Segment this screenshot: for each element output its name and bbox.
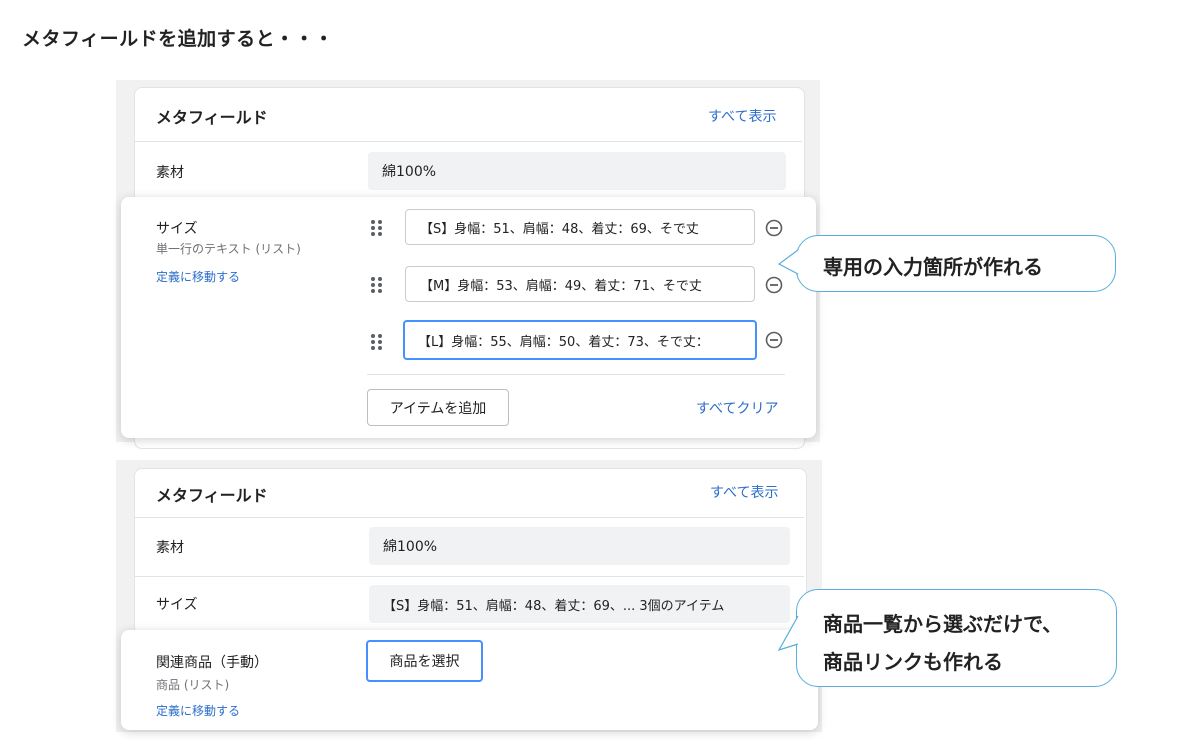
show-all-link[interactable]: すべて表示 <box>708 106 776 126</box>
material-label: 素材 <box>156 165 184 181</box>
remove-item-icon[interactable] <box>765 219 783 237</box>
material-label: 素材 <box>156 540 184 556</box>
size-label: サイズ <box>156 221 198 237</box>
divider <box>367 374 785 375</box>
size-item-input[interactable]: 【L】身幅：55、肩幅：50、着丈：73、そで丈： <box>403 320 757 360</box>
divider <box>135 517 804 518</box>
callout-tail <box>777 249 799 275</box>
divider <box>135 576 804 577</box>
related-type-label: 商品 (リスト) <box>156 678 230 692</box>
define-link[interactable]: 定義に移動する <box>156 702 240 719</box>
size-item-input[interactable]: 【M】身幅：53、肩幅：49、着丈：71、そで丈 <box>405 266 755 302</box>
material-value-field[interactable]: 綿100% <box>368 152 786 190</box>
divider <box>135 141 802 142</box>
drag-handle-icon[interactable] <box>370 276 384 294</box>
drag-handle-icon[interactable] <box>370 333 384 351</box>
callout-text: 専用の入力箇所が作れる <box>823 255 1043 279</box>
card-title: メタフィールド <box>156 486 268 505</box>
select-product-button[interactable]: 商品を選択 <box>366 640 483 682</box>
remove-item-icon[interactable] <box>765 331 783 349</box>
drag-handle-icon[interactable] <box>370 219 384 237</box>
size-label: サイズ <box>156 597 198 613</box>
size-item-input[interactable]: 【S】身幅：51、肩幅：48、着丈：69、そで丈 <box>405 209 755 245</box>
callout-text: 商品リンクも作れる <box>823 650 1003 674</box>
material-value-field[interactable]: 綿100% <box>369 527 790 565</box>
remove-item-icon[interactable] <box>765 276 783 294</box>
add-item-button[interactable]: アイテムを追加 <box>367 389 509 426</box>
clear-all-link[interactable]: すべてクリア <box>696 398 778 418</box>
related-products-label: 関連商品（手動） <box>156 655 268 671</box>
define-link[interactable]: 定義に移動する <box>156 268 240 285</box>
callout-text: 商品一覧から選ぶだけで、 <box>823 612 1063 636</box>
size-type-label: 単一行のテキスト (リスト) <box>156 242 301 256</box>
show-all-link[interactable]: すべて表示 <box>710 482 778 502</box>
size-value-field[interactable]: 【S】身幅：51、肩幅：48、着丈：69、... 3個のアイテム <box>369 585 790 623</box>
page-heading: メタフィールドを追加すると・・・ <box>22 28 334 50</box>
callout-bubble: 商品一覧から選ぶだけで、 商品リンクも作れる <box>796 589 1117 687</box>
callout-bubble: 専用の入力箇所が作れる <box>796 235 1116 292</box>
card-title: メタフィールド <box>156 108 268 127</box>
callout-tail <box>777 615 799 652</box>
